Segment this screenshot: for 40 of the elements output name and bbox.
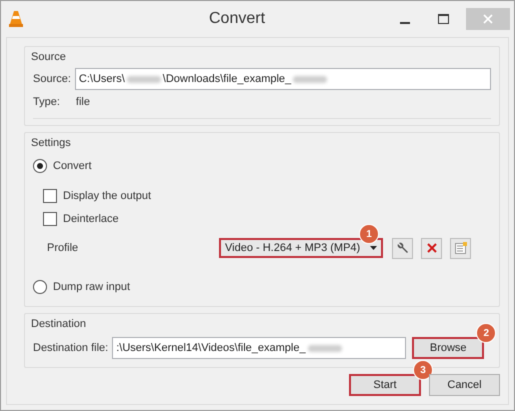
step-badge: 2 <box>476 323 496 343</box>
blurred-text <box>126 76 161 82</box>
group-title: Source <box>31 51 67 63</box>
field-label: Destination file: <box>33 342 108 354</box>
field-label: Source: <box>33 73 71 85</box>
blurred-text <box>308 344 342 352</box>
checkbox-label: Display the output <box>63 190 152 202</box>
traffic-cone-icon <box>8 10 24 28</box>
field-label: Type: <box>33 96 60 108</box>
group-title: Destination <box>31 318 88 330</box>
list-icon <box>454 242 466 254</box>
browse-button[interactable]: Browse <box>412 337 484 359</box>
radio-button[interactable] <box>33 280 47 294</box>
delete-button[interactable] <box>421 238 442 258</box>
settings-button[interactable] <box>392 238 413 258</box>
dialog-button[interactable]: Cancel <box>429 374 500 396</box>
radio-label: Convert <box>53 160 92 172</box>
close-icon <box>483 14 493 24</box>
close-icon <box>426 243 436 253</box>
group-title: Settings <box>31 137 72 149</box>
checkbox[interactable] <box>43 212 57 226</box>
blurred-text <box>293 76 328 82</box>
source-field[interactable]: C:\Users\ \Downloads\file_example_ <box>74 68 491 90</box>
radio-label: Dump raw input <box>53 281 130 293</box>
dialog-button[interactable]: Start <box>349 374 421 396</box>
wrench-icon <box>396 242 408 254</box>
caret-icon <box>370 246 377 250</box>
checkbox[interactable] <box>43 188 57 202</box>
new-profile-button[interactable] <box>450 238 471 258</box>
maximize-icon <box>438 14 448 24</box>
window-title: Convert <box>208 10 266 28</box>
step-badge: 1 <box>359 224 379 244</box>
destination-field[interactable]: :\Users\Kernel14\Videos\file_example_ <box>112 337 406 359</box>
step-badge: 3 <box>413 360 433 380</box>
minimize-icon <box>400 22 410 24</box>
type-value: file <box>76 96 90 108</box>
radio-button[interactable] <box>33 159 47 173</box>
checkbox-label: Deinterlace <box>63 212 119 224</box>
profile-label: Profile <box>47 242 80 254</box>
profile-dropdown[interactable]: Video - H.264 + MP3 (MP4) <box>219 238 383 258</box>
